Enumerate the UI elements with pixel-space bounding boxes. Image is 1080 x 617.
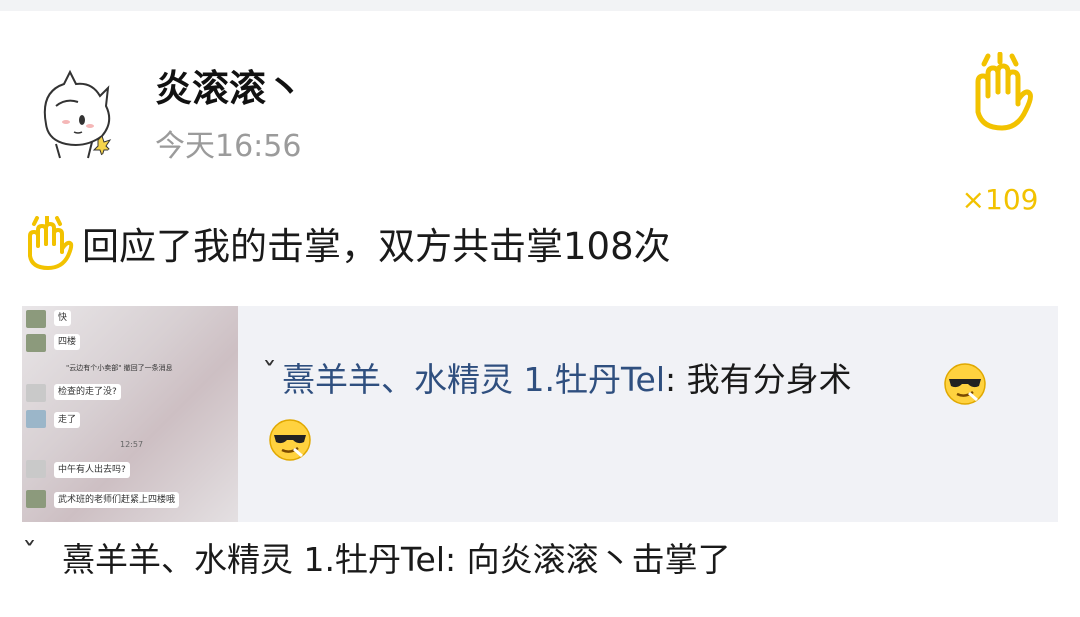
thumbnail-avatar (26, 384, 46, 402)
avatar-image (43, 69, 112, 159)
thumbnail-avatar (26, 460, 46, 478)
clap-count: ×109 (961, 183, 1039, 216)
cool-sunglasses-emoji-icon (944, 363, 986, 405)
clap-hand-icon (28, 216, 74, 270)
username[interactable]: 炎滚滚丶 (155, 70, 303, 107)
quote-separator: : (665, 360, 677, 399)
quote-author[interactable]: 熹羊羊、水精灵 1.牡丹Tel (282, 360, 665, 399)
thumbnail-avatar (26, 334, 46, 352)
thumbnail-chat-line: 检查的走了没? (54, 384, 121, 400)
quote-line: 熹羊羊、水精灵 1.牡丹Tel: 我有分身术 (282, 360, 852, 400)
footer-clap-notice: 熹羊羊、水精灵 1.牡丹Tel: 向炎滚滚丶击掌了 (62, 540, 731, 579)
top-separator (0, 0, 1080, 11)
quote-mark-icon: ˇ (22, 537, 37, 572)
thumbnail-chat-line: 走了 (54, 412, 81, 428)
cool-sunglasses-emoji-icon (269, 419, 311, 461)
timestamp: 今天16:56 (155, 129, 302, 164)
thumbnail-chat-line: "云边有个小卖部" 撤回了一条消息 (66, 364, 173, 372)
message-text: 回应了我的击掌，双方共击掌108次 (82, 225, 671, 268)
thumbnail-image[interactable]: 快 四楼 "云边有个小卖部" 撤回了一条消息 检查的走了没? 走了 12:57 … (22, 306, 238, 522)
thumbnail-avatar (26, 490, 46, 508)
thumbnail-chat-line: 快 (54, 310, 72, 326)
thumbnail-avatar (26, 410, 46, 428)
quoted-card[interactable]: 快 四楼 "云边有个小卖部" 撤回了一条消息 检查的走了没? 走了 12:57 … (22, 306, 1058, 522)
thumbnail-time: 12:57 (120, 440, 144, 449)
clap-message: 回应了我的击掌，双方共击掌108次 (20, 213, 671, 273)
quote-mark-icon: ˇ (262, 357, 277, 392)
thumbnail-chat-line: 四楼 (54, 334, 81, 350)
clap-hand-icon (975, 52, 1033, 131)
thumbnail-avatar (26, 310, 46, 328)
clap-button[interactable]: ×109 (960, 50, 1040, 214)
quote-text: 我有分身术 (686, 360, 852, 399)
avatar[interactable] (26, 62, 126, 162)
thumbnail-chat-line: 武术班的老师们赶紧上四楼哦 (54, 492, 180, 508)
thumbnail-chat-line: 中午有人出去吗? (54, 462, 130, 478)
